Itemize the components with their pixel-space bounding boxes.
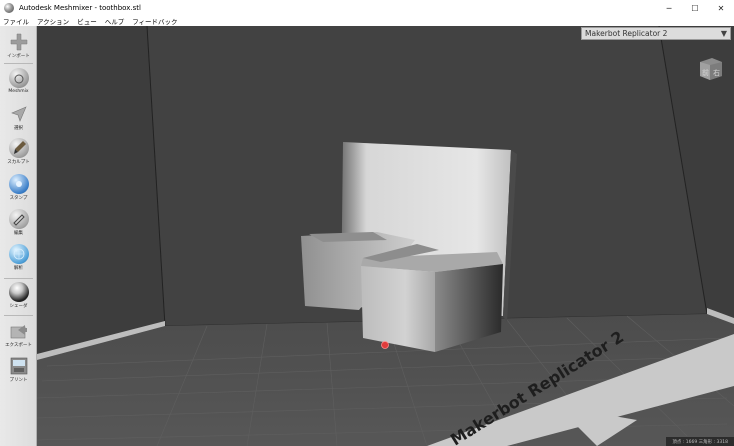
tool-export-label: エクスポート [5, 343, 32, 348]
tool-shader-label: シェーダ [9, 304, 28, 309]
window-title: Autodesk Meshmixer - toothbox.stl [19, 4, 141, 12]
scene-canvas: Makerbot Replicator 2 [37, 26, 734, 446]
mesh-stats-status: 頂点 : 1669 三角形 : 3318 [666, 437, 734, 446]
menu-bar: ファイル アクション ビュー ヘルプ フィードバック [0, 16, 734, 26]
tool-sidebar: インポート Meshmix 選択 スカルプト スタンプ 編集 解析 シェーダ エ… [0, 26, 37, 446]
tool-edit-label: 編集 [14, 231, 23, 236]
menu-view[interactable]: ビュー [77, 16, 97, 26]
view-cube-front[interactable]: 前 [702, 68, 709, 77]
menu-help[interactable]: ヘルプ [105, 16, 125, 26]
view-cube[interactable]: 前 右 [698, 56, 724, 82]
tool-stamp-label: スタンプ [9, 196, 28, 201]
tool-select-label: 選択 [14, 126, 23, 131]
print-icon [9, 356, 29, 376]
tool-shader[interactable]: シェーダ [0, 282, 37, 309]
menu-file[interactable]: ファイル [3, 16, 29, 26]
meshmix-icon [8, 68, 29, 88]
tool-stamp[interactable]: スタンプ [0, 174, 37, 201]
toolbar-divider [4, 315, 33, 316]
tool-print-label: プリント [9, 378, 28, 383]
window-controls: ─ ☐ ✕ [656, 0, 734, 16]
toolbar-divider [4, 63, 33, 64]
shader-icon [8, 282, 29, 302]
menu-action[interactable]: アクション [37, 16, 69, 26]
minimize-button[interactable]: ─ [656, 0, 682, 16]
tool-import[interactable]: インポート [0, 32, 37, 59]
tool-edit[interactable]: 編集 [0, 209, 37, 236]
analysis-icon [8, 244, 29, 264]
pivot-point-marker[interactable] [381, 341, 389, 349]
toolbar-divider [4, 278, 33, 279]
tool-select[interactable]: 選択 [0, 104, 37, 131]
tool-meshmix-label: Meshmix [8, 89, 29, 94]
select-arrow-icon [9, 104, 29, 124]
tool-sculpt-label: スカルプト [7, 160, 30, 165]
view-cube-right[interactable]: 右 [713, 68, 720, 77]
tool-print[interactable]: プリント [0, 356, 37, 383]
close-button[interactable]: ✕ [708, 0, 734, 16]
meshmixer-app-icon [4, 3, 14, 13]
stamp-icon [8, 174, 29, 194]
export-icon [9, 321, 29, 341]
maximize-button[interactable]: ☐ [682, 0, 708, 16]
sculpt-brush-icon [8, 138, 29, 158]
tool-import-label: インポート [7, 54, 30, 59]
edit-icon [8, 209, 29, 229]
chevron-down-icon: ▼ [720, 29, 727, 38]
tool-sculpt[interactable]: スカルプト [0, 138, 37, 165]
tool-analysis[interactable]: 解析 [0, 244, 37, 271]
3d-viewport[interactable]: Makerbot Replicator 2 Makerbot Replicato… [37, 26, 734, 446]
plus-icon [9, 32, 29, 52]
tool-meshmix[interactable]: Meshmix [0, 68, 37, 94]
printer-select-value: Makerbot Replicator 2 [585, 29, 668, 38]
printer-select[interactable]: Makerbot Replicator 2 ▼ [581, 27, 731, 40]
menu-feedback[interactable]: フィードバック [132, 16, 177, 26]
tool-export[interactable]: エクスポート [0, 321, 37, 348]
tool-analysis-label: 解析 [14, 266, 23, 271]
title-bar: Autodesk Meshmixer - toothbox.stl ─ ☐ ✕ [0, 0, 734, 16]
